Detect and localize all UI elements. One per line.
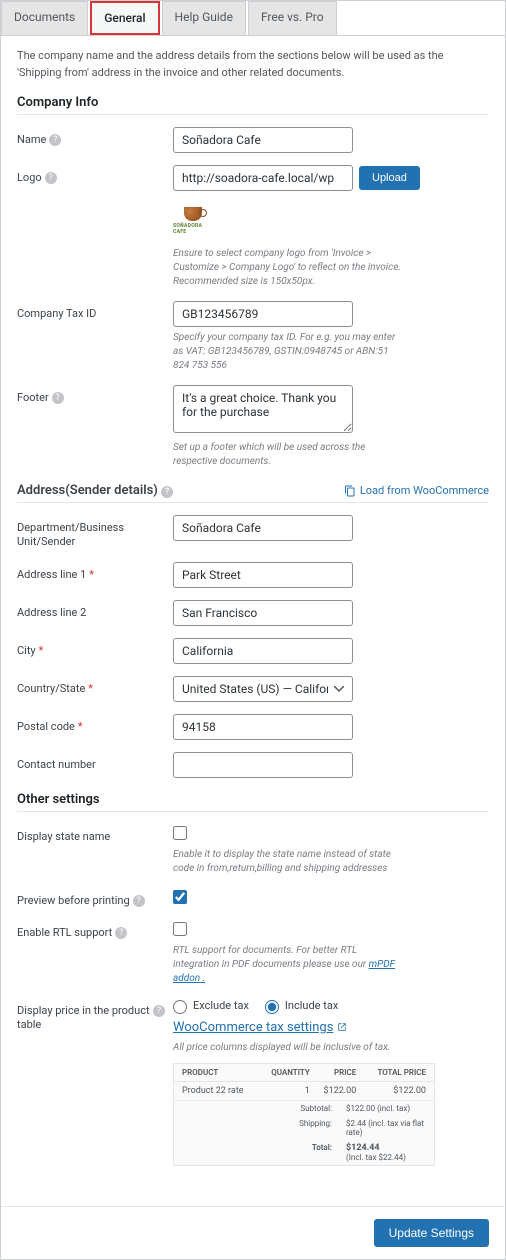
label-department: Department/Business Unit/Sender	[17, 521, 165, 550]
checkbox-rtl[interactable]	[173, 922, 187, 936]
input-address1[interactable]	[173, 562, 353, 588]
label-address1: Address line 1	[17, 568, 86, 582]
select-country-state[interactable]: United States (US) — California	[173, 676, 353, 702]
help-icon[interactable]: ?	[161, 486, 173, 498]
checkbox-display-state[interactable]	[173, 826, 187, 840]
tabs: Documents General Help Guide Free vs. Pr…	[1, 1, 505, 36]
label-contact: Contact number	[17, 758, 96, 772]
label-city: City	[17, 644, 36, 658]
footer-hint: Set up a footer which will be used acros…	[173, 441, 403, 469]
input-department[interactable]	[173, 515, 353, 541]
checkbox-preview[interactable]	[173, 890, 187, 904]
section-company-info: Company Info	[17, 95, 489, 115]
help-icon[interactable]: ?	[115, 927, 127, 939]
label-address2: Address line 2	[17, 606, 86, 620]
rtl-hint: RTL support for documents. For better RT…	[173, 944, 403, 986]
tab-documents[interactable]: Documents	[1, 1, 88, 35]
table-row: Product 22 rate 1 $122.00 $122.00	[174, 1082, 434, 1101]
input-tax-id[interactable]	[173, 301, 353, 327]
help-icon[interactable]: ?	[52, 392, 64, 404]
upload-button[interactable]: Upload	[359, 166, 420, 190]
logo-preview: SOÑADORA CAFE	[173, 201, 213, 241]
label-rtl: Enable RTL support	[17, 926, 112, 940]
tab-free-vs-pro[interactable]: Free vs. Pro	[248, 1, 337, 35]
label-name: Name	[17, 133, 46, 147]
radio-include-tax[interactable]	[265, 1000, 279, 1014]
label-postal: Postal code	[17, 720, 75, 734]
logo-hint: Ensure to select company logo from 'Invo…	[173, 247, 403, 289]
label-display-state: Display state name	[17, 830, 110, 844]
price-table: PRODUCT QUANTITY PRICE TOTAL PRICE Produ…	[173, 1063, 435, 1166]
label-country: Country/State	[17, 682, 85, 696]
woocommerce-tax-settings-link[interactable]: WooCommerce tax settings	[173, 1020, 347, 1035]
intro-text: The company name and the address details…	[17, 48, 489, 81]
input-contact[interactable]	[173, 752, 353, 778]
state-hint: Enable it to display the state name inst…	[173, 848, 403, 876]
input-logo-url[interactable]	[173, 165, 353, 191]
label-footer: Footer	[17, 391, 49, 405]
label-display-price: Display price in the product table	[17, 1004, 150, 1033]
section-other-settings: Other settings	[17, 792, 489, 812]
update-settings-button[interactable]: Update Settings	[374, 1219, 489, 1247]
load-from-woocommerce-link[interactable]: Load from WooCommerce	[344, 484, 489, 497]
help-icon[interactable]: ?	[45, 172, 57, 184]
input-city[interactable]	[173, 638, 353, 664]
label-logo: Logo	[17, 171, 42, 185]
input-postal[interactable]	[173, 714, 353, 740]
copy-icon	[344, 485, 356, 497]
label-tax-id: Company Tax ID	[17, 307, 96, 321]
label-preview: Preview before printing	[17, 894, 130, 908]
tab-general[interactable]: General	[90, 1, 159, 35]
input-name[interactable]	[173, 127, 353, 153]
help-icon[interactable]: ?	[49, 134, 61, 146]
price-hint: All price columns displayed will be incl…	[173, 1041, 403, 1055]
tab-help[interactable]: Help Guide	[162, 1, 246, 35]
section-address: Address(Sender details) ?	[17, 483, 173, 498]
tax-hint: Specify your company tax ID. For e.g. yo…	[173, 331, 403, 373]
help-icon[interactable]: ?	[153, 1005, 165, 1017]
input-address2[interactable]	[173, 600, 353, 626]
radio-exclude-tax[interactable]	[173, 1000, 187, 1014]
textarea-footer[interactable]: It's a great choice. Thank you for the p…	[173, 385, 353, 433]
help-icon[interactable]: ?	[133, 895, 145, 907]
